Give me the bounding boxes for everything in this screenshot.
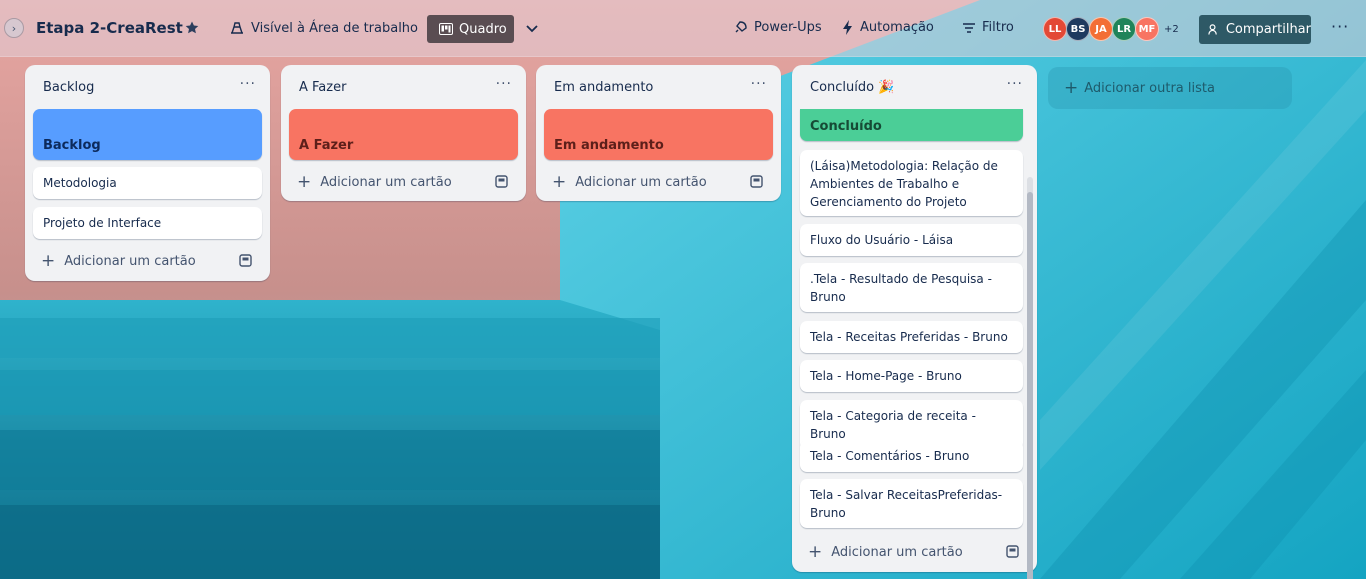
list-title[interactable]: A Fazer [299, 80, 346, 95]
list-title[interactable]: Concluído 🎉 [810, 80, 894, 95]
filter-label: Filtro [982, 20, 1014, 35]
card[interactable]: (Láisa)Metodologia: Relação de Ambientes… [800, 150, 1023, 216]
card-title: A Fazer [299, 138, 354, 153]
list-backlog: Backlog ··· Backlog Metodologia Projeto … [25, 65, 270, 281]
add-card-button[interactable]: + Adicionar um cartão [297, 170, 510, 194]
add-card-button[interactable]: + Adicionar um cartão [552, 170, 765, 194]
card-cover[interactable]: A Fazer [289, 109, 518, 160]
board-menu-icon[interactable]: ··· [1331, 17, 1349, 36]
add-person-icon [1208, 24, 1217, 35]
scrollbar-thumb[interactable] [1027, 192, 1033, 579]
filter-icon [963, 22, 975, 33]
workspace-icon [231, 22, 243, 34]
board-header: › Etapa 2-CreaRest Visível à Área de tra… [0, 0, 1366, 57]
card[interactable]: Tela - Receitas Preferidas - Bruno [800, 321, 1023, 353]
add-card-label: Adicionar um cartão [575, 174, 707, 190]
rocket-icon [735, 21, 747, 33]
card[interactable]: Tela - Home-Page - Bruno [800, 360, 1023, 392]
board-icon [439, 23, 453, 35]
visibility-button[interactable]: Visível à Área de trabalho [229, 20, 418, 36]
card-template-icon[interactable] [495, 175, 508, 188]
star-icon[interactable] [184, 20, 200, 36]
plus-icon: + [297, 172, 312, 192]
card-template-icon[interactable] [239, 254, 252, 267]
card-cover[interactable]: Concluído [800, 109, 1023, 141]
sidebar-expand-icon[interactable]: › [4, 18, 24, 38]
card-title: Em andamento [554, 138, 664, 153]
avatar[interactable]: BS [1066, 17, 1090, 41]
list-concluido: Concluído 🎉 ··· Concluído (Láisa)Metodol… [792, 65, 1037, 579]
powerups-label: Power-Ups [754, 20, 822, 35]
filter-button[interactable]: Filtro [962, 20, 1014, 35]
list-menu-icon[interactable]: ··· [1007, 76, 1023, 92]
board-members[interactable]: LL BS JA LR MF +2 [1043, 17, 1179, 41]
list-title-text: Concluído [810, 80, 875, 95]
powerups-button[interactable]: Power-Ups [733, 20, 822, 35]
list-header[interactable]: Concluído 🎉 ··· [792, 65, 1037, 109]
list-menu-icon[interactable]: ··· [496, 76, 512, 92]
add-card-label: Adicionar um cartão [831, 544, 963, 560]
automation-button[interactable]: Automação [842, 20, 934, 35]
card[interactable]: Projeto de Interface [33, 207, 262, 239]
list-header[interactable]: A Fazer ··· [281, 65, 526, 109]
lightning-icon [843, 20, 852, 35]
list-menu-icon[interactable]: ··· [751, 76, 767, 92]
card[interactable]: Fluxo do Usuário - Láisa [800, 224, 1023, 256]
board-view-label: Quadro [459, 21, 507, 37]
add-card-button[interactable]: + Adicionar um cartão [808, 540, 1021, 564]
card[interactable]: .Tela - Resultado de Pesquisa - Bruno [800, 263, 1023, 312]
add-card-label: Adicionar um cartão [64, 253, 196, 269]
plus-icon: + [41, 251, 56, 271]
plus-icon: + [808, 542, 823, 562]
avatar[interactable]: MF [1135, 17, 1159, 41]
list-a-fazer: A Fazer ··· A Fazer + Adicionar um cartã… [281, 65, 526, 201]
card[interactable]: Tela - Salvar ReceitasPreferidas- Bruno [800, 479, 1023, 528]
add-card-label: Adicionar um cartão [320, 174, 452, 190]
list-header[interactable]: Em andamento ··· [536, 65, 781, 109]
avatar[interactable]: LL [1043, 17, 1067, 41]
plus-icon: + [1064, 78, 1079, 98]
add-list-label: Adicionar outra lista [1084, 80, 1215, 96]
share-button[interactable]: Compartilhar [1199, 15, 1311, 44]
card-title: Concluído [810, 119, 882, 134]
board-view-button[interactable]: Quadro [427, 15, 514, 43]
list-title[interactable]: Em andamento [554, 80, 653, 95]
add-card-button[interactable]: + Adicionar um cartão [41, 249, 254, 273]
card-cover[interactable]: Backlog [33, 109, 262, 160]
automation-label: Automação [860, 20, 934, 35]
avatar[interactable]: LR [1112, 17, 1136, 41]
list-em-andamento: Em andamento ··· Em andamento + Adiciona… [536, 65, 781, 201]
card-template-icon[interactable] [1006, 545, 1019, 558]
avatar[interactable]: JA [1089, 17, 1113, 41]
card[interactable]: Tela - Comentários - Bruno [800, 440, 1023, 472]
card-template-icon[interactable] [750, 175, 763, 188]
board-title[interactable]: Etapa 2-CreaRest [36, 19, 183, 37]
card[interactable]: Metodologia [33, 167, 262, 199]
add-list-button[interactable]: + Adicionar outra lista [1048, 67, 1292, 109]
card-cover[interactable]: Em andamento [544, 109, 773, 160]
share-label: Compartilhar [1225, 22, 1311, 37]
card-title: Backlog [43, 138, 101, 153]
list-header[interactable]: Backlog ··· [25, 65, 270, 109]
list-menu-icon[interactable]: ··· [240, 76, 256, 92]
chevron-down-icon[interactable] [522, 18, 542, 38]
list-title[interactable]: Backlog [43, 80, 94, 95]
plus-icon: + [552, 172, 567, 192]
visibility-label: Visível à Área de trabalho [251, 20, 419, 36]
more-members-count[interactable]: +2 [1164, 24, 1179, 35]
party-icon: 🎉 [878, 80, 895, 95]
